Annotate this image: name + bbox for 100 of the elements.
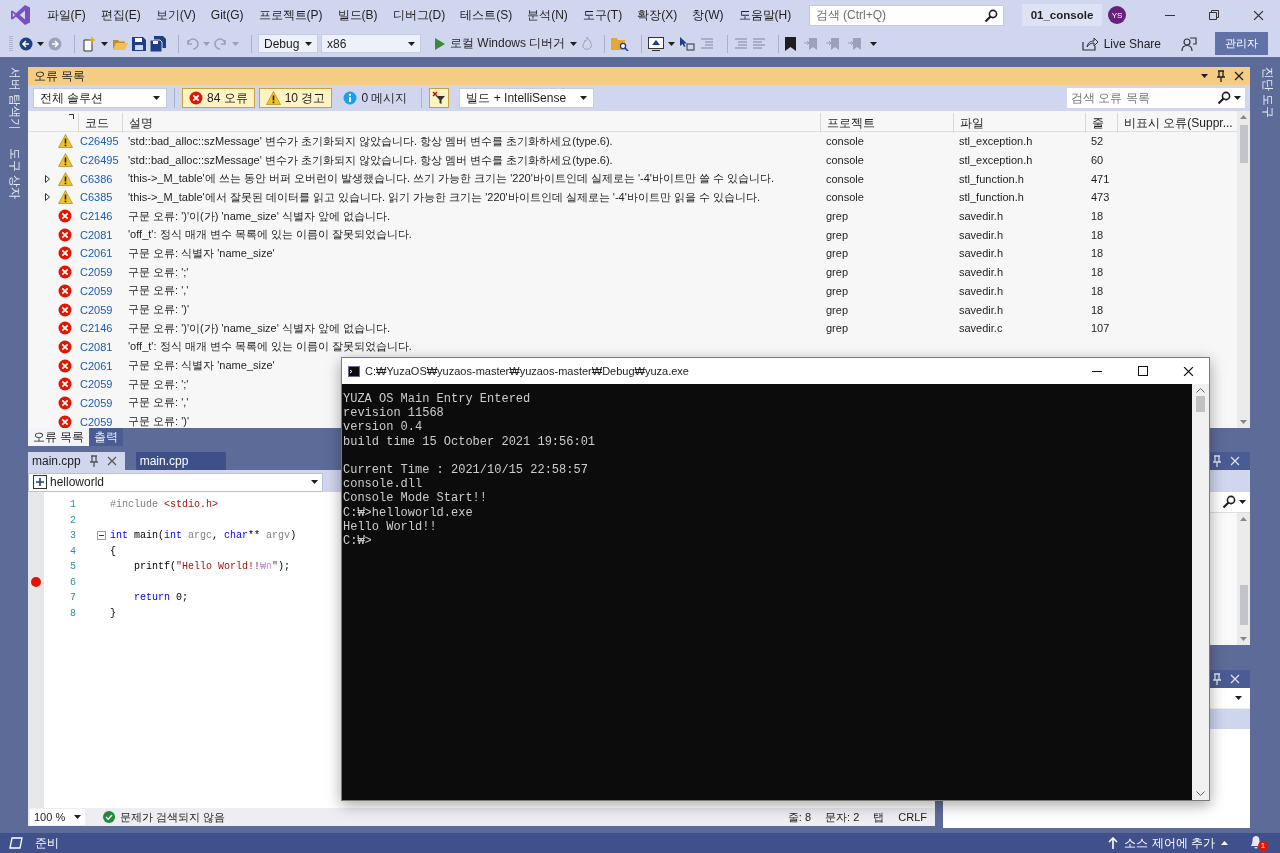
scroll-down-icon[interactable] bbox=[1240, 637, 1247, 641]
menu-item[interactable]: 도움말(H) bbox=[731, 3, 799, 27]
error-code-link[interactable]: C2059 bbox=[78, 415, 113, 428]
search-icon[interactable] bbox=[1222, 495, 1236, 509]
panel-tab[interactable]: 출력 bbox=[89, 428, 124, 446]
menu-item[interactable]: 파일(F) bbox=[39, 3, 94, 27]
menu-item[interactable]: 분석(N) bbox=[519, 3, 576, 27]
feedback-icon[interactable] bbox=[1181, 35, 1197, 52]
column-header[interactable]: 프로젝트 bbox=[820, 112, 953, 133]
column-header[interactable]: 코드 bbox=[78, 112, 122, 133]
column-header[interactable]: 줄 bbox=[1085, 112, 1117, 133]
search-icon[interactable] bbox=[983, 8, 998, 23]
error-code-link[interactable]: C2061 bbox=[78, 247, 113, 260]
scope-dropdown[interactable]: helloworld bbox=[28, 472, 323, 492]
account-avatar[interactable]: YS bbox=[1108, 6, 1126, 24]
expand-icon[interactable] bbox=[45, 174, 50, 183]
error-code-link[interactable]: C2081 bbox=[78, 228, 113, 241]
scope-dropdown[interactable]: 전체 솔루션 bbox=[33, 88, 167, 108]
document-tab[interactable]: main.cpp bbox=[135, 452, 226, 470]
side-tab[interactable]: 진단 도구 bbox=[1259, 65, 1276, 121]
close-icon[interactable] bbox=[1234, 71, 1244, 81]
pin-icon[interactable] bbox=[1216, 70, 1226, 82]
configuration-dropdown[interactable]: Debug bbox=[258, 34, 318, 53]
error-code-link[interactable]: C2059 bbox=[78, 396, 113, 409]
close-icon[interactable] bbox=[1252, 9, 1264, 21]
error-code-link[interactable]: C2059 bbox=[78, 303, 113, 316]
bookmark-icon[interactable] bbox=[785, 36, 797, 51]
error-code-link[interactable]: C2146 bbox=[78, 210, 113, 223]
scroll-thumb[interactable] bbox=[1239, 125, 1248, 163]
menu-item[interactable]: 디버그(D) bbox=[385, 3, 453, 27]
pointer-icon[interactable] bbox=[679, 36, 696, 51]
error-code-link[interactable]: C2059 bbox=[78, 378, 113, 391]
scrollbar[interactable] bbox=[1237, 513, 1250, 645]
menu-item[interactable]: 편집(E) bbox=[93, 3, 149, 27]
collapse-icon[interactable] bbox=[97, 531, 106, 541]
scroll-down-icon[interactable] bbox=[1196, 791, 1205, 796]
breakpoint-icon[interactable] bbox=[31, 577, 41, 588]
menu-item[interactable]: 보기(V) bbox=[148, 3, 204, 27]
menu-item[interactable]: 확장(X) bbox=[629, 3, 685, 27]
source-control-button[interactable]: 소스 제어에 추가 bbox=[1108, 834, 1228, 852]
scroll-down-icon[interactable] bbox=[1240, 420, 1247, 424]
menu-item[interactable]: 창(W) bbox=[684, 3, 731, 27]
code-line: #include <stdio.h> bbox=[110, 498, 219, 512]
side-tab[interactable]: 도구 상자 bbox=[5, 146, 23, 202]
scroll-up-icon[interactable] bbox=[1240, 115, 1247, 119]
screen-icon[interactable] bbox=[648, 36, 665, 51]
search-icon[interactable] bbox=[1217, 91, 1231, 105]
back-icon[interactable] bbox=[19, 36, 33, 51]
error-code-link[interactable]: C26495 bbox=[78, 154, 119, 167]
scroll-up-icon[interactable] bbox=[1240, 517, 1247, 521]
platform-dropdown[interactable]: x86 bbox=[321, 34, 421, 53]
panel-tab[interactable]: 오류 목록 bbox=[28, 428, 90, 446]
error-icon bbox=[58, 246, 72, 261]
indent-mode[interactable]: 탭 bbox=[873, 809, 885, 825]
filter-toggle[interactable]: 10 경고 bbox=[258, 88, 333, 108]
scroll-up-icon[interactable] bbox=[1196, 388, 1205, 393]
live-share-button[interactable]: Live Share bbox=[1075, 33, 1167, 54]
side-tab[interactable]: 서버 탐색기 bbox=[5, 65, 23, 133]
sort-icon[interactable] bbox=[69, 114, 74, 119]
menu-item[interactable]: 빌드(B) bbox=[330, 3, 385, 27]
error-code-link[interactable]: C6386 bbox=[78, 172, 113, 185]
filter-toggle[interactable]: 84 오류 bbox=[182, 88, 255, 108]
table-cell-text: 구문 오류: ')' bbox=[127, 302, 190, 318]
menu-item[interactable]: 도구(T) bbox=[575, 3, 630, 27]
filter-button[interactable] bbox=[429, 88, 450, 108]
save-icon[interactable] bbox=[132, 36, 146, 51]
zoom-dropdown[interactable]: 100 % bbox=[30, 809, 85, 825]
pin-icon[interactable] bbox=[88, 455, 99, 467]
expand-icon[interactable] bbox=[45, 193, 50, 202]
error-code-link[interactable]: C2081 bbox=[78, 340, 113, 353]
document-tab[interactable]: main.cpp bbox=[28, 452, 125, 470]
grip-handle[interactable] bbox=[9, 34, 13, 53]
column-header[interactable]: 파일 bbox=[953, 112, 1085, 133]
error-code-link[interactable]: C2059 bbox=[78, 266, 113, 279]
start-debugging-button[interactable]: 로컬 Windows 디버거 bbox=[430, 33, 583, 54]
error-code-link[interactable]: C2146 bbox=[78, 322, 113, 335]
line-ending[interactable]: CRLF bbox=[898, 811, 927, 823]
scrollbar[interactable] bbox=[1192, 384, 1209, 800]
forward-icon[interactable] bbox=[48, 36, 62, 51]
source-dropdown[interactable]: 빌드 + IntelliSense bbox=[459, 88, 595, 108]
scroll-thumb[interactable] bbox=[1239, 585, 1248, 625]
error-code-link[interactable]: C2059 bbox=[78, 284, 113, 297]
menu-item[interactable]: 프로젝트(P) bbox=[251, 3, 330, 27]
caret-icon[interactable] bbox=[1201, 74, 1208, 78]
error-code-link[interactable]: C26495 bbox=[78, 135, 119, 148]
admin-button[interactable]: 관리자 bbox=[1215, 32, 1268, 55]
error-code-link[interactable]: C6385 bbox=[78, 191, 113, 204]
menu-item[interactable]: 테스트(S) bbox=[452, 3, 520, 27]
scrollbar[interactable] bbox=[1237, 111, 1250, 428]
error-code-link[interactable]: C2061 bbox=[78, 359, 113, 372]
new-project-icon[interactable] bbox=[81, 35, 97, 52]
scroll-thumb[interactable] bbox=[1196, 396, 1205, 412]
filter-toggle[interactable]: 0 메시지 bbox=[336, 88, 415, 108]
search-field[interactable]: 검색 오류 목록 bbox=[1067, 88, 1245, 108]
menu-item[interactable]: Git(G) bbox=[203, 5, 251, 25]
folder-search-icon[interactable] bbox=[611, 36, 630, 51]
search-field[interactable]: 검색 (Ctrl+Q) bbox=[808, 4, 1004, 26]
column-header[interactable]: 설명 bbox=[122, 112, 820, 133]
close-icon[interactable] bbox=[1183, 365, 1194, 377]
save-all-icon[interactable] bbox=[150, 35, 166, 52]
